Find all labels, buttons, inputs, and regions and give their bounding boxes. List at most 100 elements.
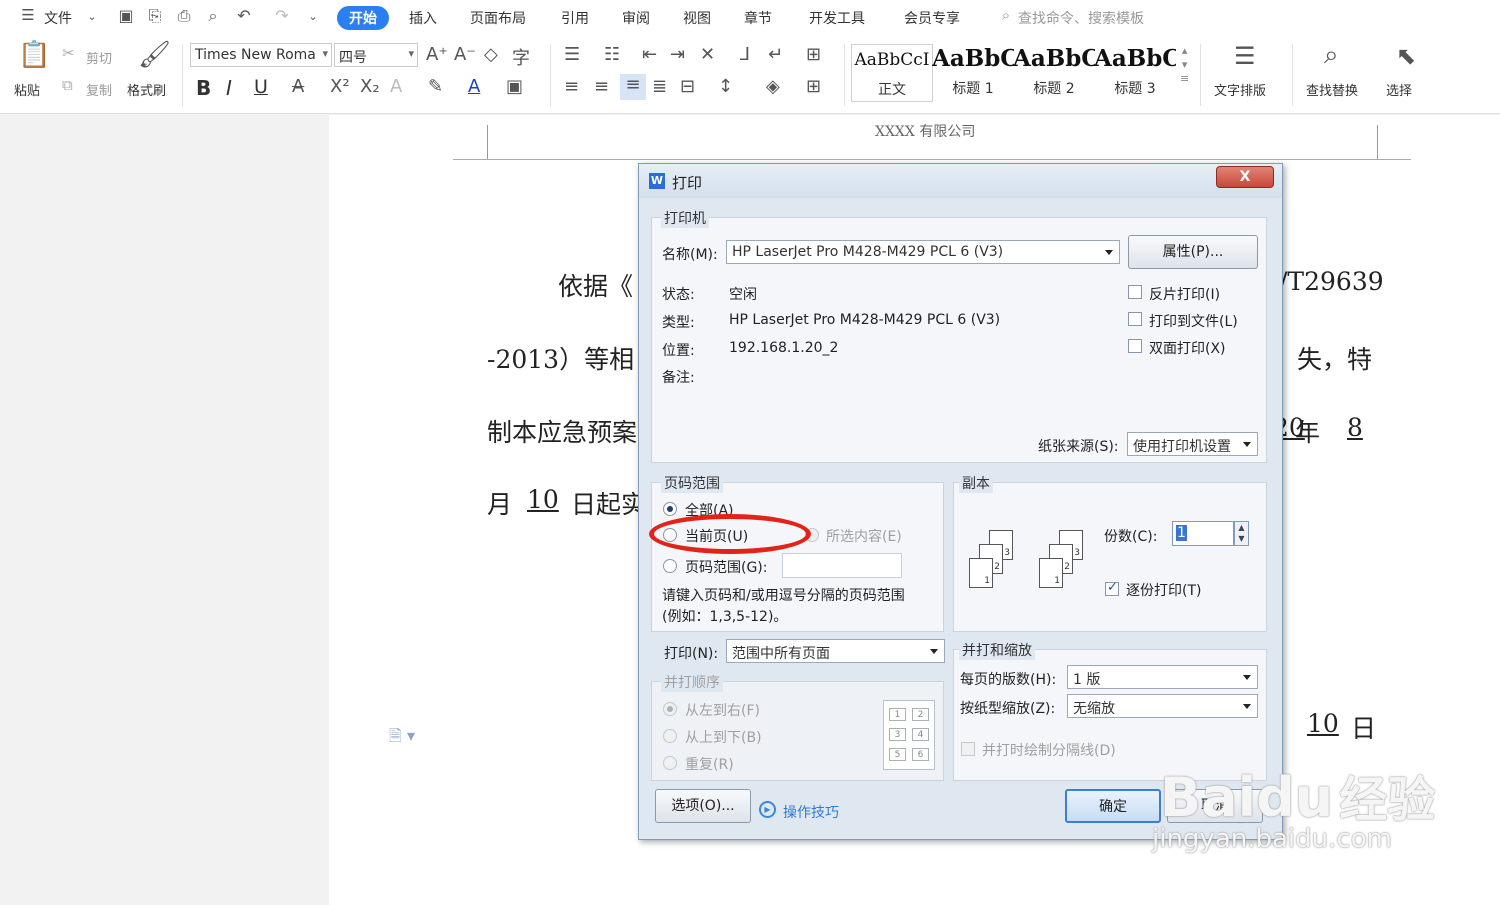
bullet-list-icon[interactable]: ☰ (564, 44, 580, 65)
export-pdf-icon[interactable]: ⎘ (145, 6, 165, 28)
draw-borders-checkbox[interactable] (961, 742, 975, 756)
copies-input[interactable]: 1 (1172, 521, 1234, 546)
command-search-input[interactable]: 查找命令、搜索模板 (1018, 8, 1144, 28)
bold-icon[interactable]: B (196, 76, 211, 100)
copies-spinner[interactable]: ▲ ▼ (1234, 521, 1249, 546)
order-left-right-radio[interactable] (663, 702, 677, 716)
text-direction-icon[interactable]: ⅃ (740, 44, 750, 65)
style-normal[interactable]: AaBbCcI 正文 (851, 44, 933, 102)
range-all-radio[interactable] (663, 502, 677, 516)
play-tips-icon[interactable]: ▶ (759, 801, 776, 818)
hamburger-menu-icon[interactable]: ☰ (18, 6, 38, 28)
customize-toolbar-icon[interactable]: ⌄ (303, 10, 323, 32)
range-pages-radio[interactable] (663, 559, 677, 573)
scale-to-paper-select[interactable]: 无缩放 (1067, 694, 1258, 718)
style-heading-1[interactable]: AaBbC 标题 1 (932, 44, 1014, 102)
dialog-titlebar[interactable]: W 打印 X (639, 164, 1282, 198)
distributed-icon[interactable]: ⊟ (680, 76, 695, 97)
range-selection-label[interactable]: 所选内容(E) (826, 526, 902, 546)
align-center-icon[interactable]: ≡ (594, 76, 609, 97)
collate-label[interactable]: 逐份打印(T) (1126, 580, 1201, 600)
phonetic-guide-icon[interactable]: 字 (512, 44, 530, 70)
find-icon[interactable]: ⌕ (1324, 40, 1339, 71)
font-color-icon[interactable]: A (468, 76, 480, 97)
tab-references[interactable]: 引用 (561, 8, 589, 28)
printer-name-select[interactable]: HP LaserJet Pro M428-M429 PCL 6 (V3) (726, 240, 1120, 264)
options-button[interactable]: 选项(O)... (655, 789, 751, 823)
order-top-bottom-radio[interactable] (663, 729, 677, 743)
shrink-font-icon[interactable]: A⁻ (454, 44, 476, 65)
tab-review[interactable]: 审阅 (622, 8, 650, 28)
styles-scroll-icon[interactable]: ▴ ▾ ≡ (1180, 44, 1189, 86)
strikethrough-icon[interactable]: A (292, 76, 304, 97)
print-to-file-checkbox[interactable] (1128, 312, 1142, 326)
decrease-indent-icon[interactable]: ⇤ (642, 44, 657, 65)
draw-borders-label[interactable]: 并打时绘制分隔线(D) (982, 740, 1116, 760)
tab-view[interactable]: 视图 (683, 8, 711, 28)
order-top-bottom-label[interactable]: 从上到下(B) (685, 727, 762, 747)
select-button[interactable]: 选择 (1386, 80, 1412, 99)
italic-icon[interactable]: I (226, 76, 232, 100)
range-pages-label[interactable]: 页码范围(G): (685, 557, 768, 577)
font-size-select[interactable]: 四号 (334, 43, 418, 67)
print-to-file-label[interactable]: 打印到文件(L) (1149, 311, 1238, 331)
grow-font-icon[interactable]: A⁺ (426, 44, 448, 65)
tab-insert[interactable]: 插入 (409, 8, 437, 28)
properties-button[interactable]: 属性(P)... (1128, 235, 1258, 269)
duplex-print-label[interactable]: 双面打印(X) (1149, 338, 1226, 358)
reverse-print-label[interactable]: 反片打印(I) (1149, 284, 1220, 304)
print-preview-icon[interactable]: ⌕ (203, 6, 223, 28)
tab-member[interactable]: 会员专享 (904, 8, 960, 28)
page-range-input[interactable] (782, 553, 902, 578)
align-right-icon[interactable]: ≡ (620, 74, 646, 100)
increase-indent-icon[interactable]: ⇥ (670, 44, 685, 65)
superscript-icon[interactable]: X² (330, 76, 350, 97)
text-layout-button[interactable]: 文字排版 (1214, 80, 1266, 99)
cursor-select-icon[interactable]: ⬉ (1396, 42, 1416, 70)
underline-icon[interactable]: U (254, 76, 268, 98)
line-spacing-icon[interactable]: ↕ (718, 76, 733, 97)
style-heading-3[interactable]: AaBbC 标题 3 (1094, 44, 1176, 102)
borders-icon[interactable]: ⊞ (806, 76, 821, 97)
text-effect-icon[interactable]: A (390, 76, 402, 97)
align-left-icon[interactable]: ≡ (564, 76, 579, 97)
chevron-down-icon[interactable]: ⌄ (82, 10, 102, 32)
numbered-list-icon[interactable]: ☷ (604, 44, 620, 65)
pages-per-sheet-select[interactable]: 1 版 (1067, 665, 1258, 689)
highlight-color-icon[interactable]: ✎ (428, 76, 443, 97)
ok-button[interactable]: 确定 (1065, 789, 1161, 823)
redo-icon[interactable]: ↷ (272, 6, 292, 28)
subscript-icon[interactable]: X₂ (360, 76, 380, 97)
print-what-select[interactable]: 范围中所有页面 (726, 639, 945, 663)
style-heading-2[interactable]: AaBbC 标题 2 (1013, 44, 1095, 102)
order-left-right-label[interactable]: 从左到右(F) (685, 700, 760, 720)
tab-developer[interactable]: 开发工具 (809, 8, 865, 28)
sort-icon[interactable]: ↵ (768, 44, 783, 65)
collate-checkbox[interactable] (1105, 580, 1119, 596)
scissors-icon[interactable]: ✂ (62, 44, 75, 62)
find-replace-button[interactable]: 查找替换 (1306, 80, 1358, 99)
paste-icon[interactable]: 📋 (18, 40, 50, 70)
paragraph-marker-icon[interactable]: 🗎 ▾ (389, 725, 415, 752)
paper-source-select[interactable]: 使用打印机设置 (1127, 432, 1258, 456)
duplex-print-checkbox[interactable] (1128, 339, 1142, 353)
shading-icon[interactable]: ◈ (766, 76, 780, 97)
reverse-print-checkbox[interactable] (1128, 285, 1142, 299)
operation-tips-link[interactable]: 操作技巧 (783, 802, 839, 822)
tab-home[interactable]: 开始 (337, 6, 389, 30)
chinese-layout-icon[interactable]: ✕ (700, 44, 715, 65)
text-layout-icon[interactable]: ☰ (1234, 42, 1256, 70)
order-repeat-radio[interactable] (663, 756, 677, 770)
tab-page-layout[interactable]: 页面布局 (470, 8, 526, 28)
format-painter-icon[interactable]: 🖌 (138, 40, 171, 70)
undo-icon[interactable]: ↶ (234, 6, 254, 28)
character-border-icon[interactable]: ▣ (506, 76, 523, 97)
save-icon[interactable]: ▣ (116, 6, 136, 28)
paste-button[interactable]: 粘贴 (14, 80, 40, 99)
order-repeat-label[interactable]: 重复(R) (685, 754, 734, 774)
file-menu[interactable]: 文件 (44, 8, 72, 28)
show-marks-icon[interactable]: ⊞ (806, 44, 821, 65)
format-painter-button[interactable]: 格式刷 (127, 80, 166, 99)
font-name-select[interactable]: Times New Roma (190, 43, 332, 67)
justify-icon[interactable]: ≣ (652, 76, 667, 97)
